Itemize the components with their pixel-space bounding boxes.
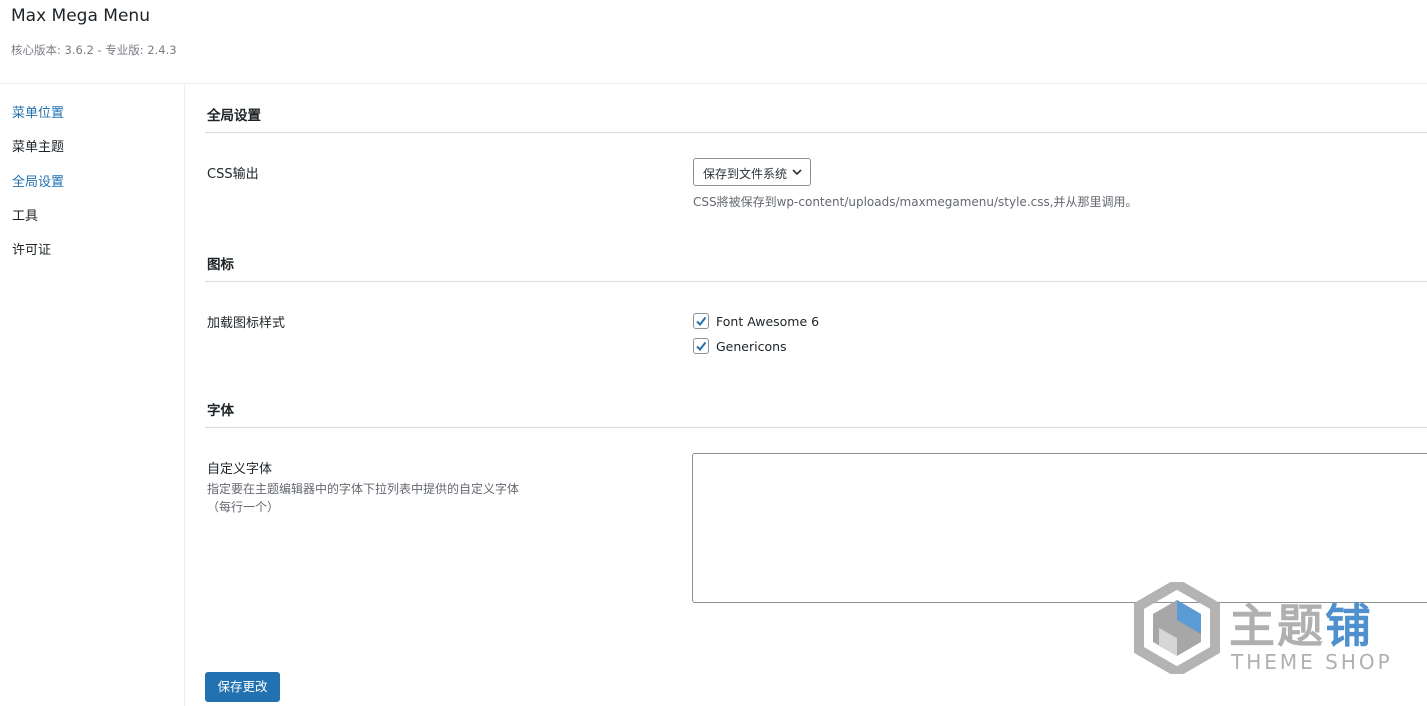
- settings-sidebar: 菜单位置 菜单主题 全局设置 工具 许可证: [0, 85, 185, 706]
- sidebar-item-license[interactable]: 许可证: [12, 239, 51, 258]
- theme-shop-logo-icon: [1134, 582, 1220, 674]
- font-awesome-checkbox[interactable]: [693, 313, 709, 329]
- css-output-description: CSS將被保存到wp-content/uploads/maxmegamenu/s…: [693, 195, 1138, 209]
- section-title-fonts: 字体: [207, 403, 234, 419]
- sidebar-item-menu-locations[interactable]: 菜单位置: [12, 102, 64, 121]
- section-divider: [205, 132, 1427, 133]
- font-awesome-label: Font Awesome 6: [716, 313, 820, 329]
- watermark-en-text: THEME SHOP: [1231, 650, 1393, 674]
- checkbox-row-font-awesome: Font Awesome 6: [693, 313, 819, 329]
- custom-fonts-description: 指定要在主题编辑器中的字体下拉列表中提供的自定义字体: [207, 482, 520, 496]
- chevron-down-icon: [792, 169, 802, 176]
- checkbox-row-genericons: Genericons: [693, 338, 787, 354]
- page-header: Max Mega Menu 核心版本: 3.6.2 - 专业版: 2.4.3: [0, 0, 1427, 84]
- section-divider: [205, 427, 1427, 428]
- sidebar-item-menu-themes[interactable]: 菜单主题: [12, 136, 64, 155]
- sidebar-item-global-settings[interactable]: 全局设置: [12, 171, 64, 190]
- section-divider: [205, 281, 1427, 282]
- app-title: Max Mega Menu: [11, 6, 150, 26]
- watermark-cn-text: 主题铺: [1229, 599, 1373, 653]
- css-output-select[interactable]: 保存到文件系统: [693, 158, 811, 186]
- checkmark-icon: [696, 341, 707, 352]
- save-button[interactable]: 保存更改: [205, 672, 280, 702]
- sidebar-item-tools[interactable]: 工具: [12, 205, 38, 224]
- genericons-checkbox[interactable]: [693, 338, 709, 354]
- css-output-value: 保存到文件系统: [703, 167, 788, 181]
- custom-fonts-description-note: （每行一个）: [207, 500, 280, 514]
- custom-fonts-label: 自定义字体: [207, 462, 273, 477]
- checkmark-icon: [696, 316, 707, 327]
- watermark: 主题铺 THEME SHOP: [1133, 578, 1423, 678]
- version-info: 核心版本: 3.6.2 - 专业版: 2.4.3: [11, 43, 177, 57]
- genericons-label: Genericons: [716, 338, 787, 354]
- section-title-icons: 图标: [207, 257, 234, 273]
- icon-styles-label: 加载图标样式: [207, 316, 286, 331]
- section-title-global: 全局设置: [207, 108, 261, 124]
- css-output-label: CSS输出: [207, 167, 259, 182]
